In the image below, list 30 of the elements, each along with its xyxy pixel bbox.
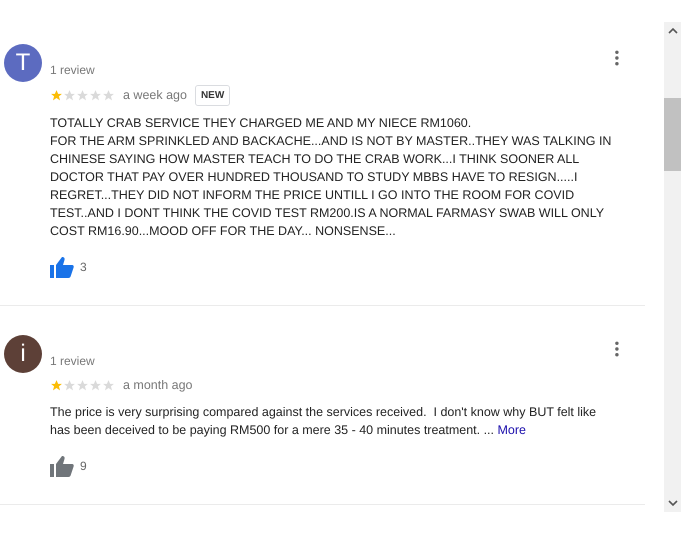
scrollbar-thumb[interactable] [664,98,681,171]
avatar[interactable]: i [4,335,42,373]
star-icon [76,378,89,392]
star-icon [102,378,115,392]
scroll-up-icon[interactable] [668,27,678,34]
review-count: 1 review [50,62,96,79]
avatar[interactable]: T [4,44,42,82]
star-icon [63,89,76,102]
star-icon [89,89,102,102]
review-text: The price is very surprising compared against the services received. I don't know why BUT felt like has been deceived to be paying RM500 for a mere 35 - 40 minutes treatment. ... More [50,404,598,439]
review-text: TOTALLY CRAB SERVICE THEY CHARGED ME AND MY NIECE RM1060. FOR THE ARM SPRINKLED AND BACKACHE...AND IS NOT BY MASTER..THEY WAS TALKING IN CHINESE SAYING HOW MASTER TEACH TO DO THE CRAB WORK...I THINK SOONER ALL DOCTOR THAT PAY OVER HUNDRED THOUSAND TO STUDY MBBS HAVE TO RESIGN.....I REGRET...THEY DID NOT INFORM THE PRICE UNTILL I GO INTO THE ROOM FOR COVID TEST..AND I DONT THINK THE COVID TEST RM200.IS A NORMAL FARMASY SWAB WILL ONLY COST RM16.90...MOOD OFF FOR THE DAY... NONSENSE... [50,115,612,240]
more-link[interactable]: More [498,422,526,437]
review-time: a month ago [123,377,192,394]
like-count: 9 [80,458,87,475]
thumbs-up-icon[interactable] [50,454,74,477]
more-options-icon[interactable] [615,50,619,66]
star-icon [63,378,76,392]
star-icon [50,378,63,392]
star-icon [76,89,89,102]
star-icon [89,378,102,392]
star-icon [50,89,63,102]
thumbs-up-icon[interactable] [50,256,74,278]
scroll-down-icon[interactable] [668,500,678,507]
review-count: 1 review [50,353,96,370]
scrollbar[interactable] [664,22,681,512]
new-badge: NEW [194,85,230,106]
more-options-icon[interactable] [615,341,619,357]
review-time: a week ago [123,87,187,104]
star-icon [102,89,115,102]
like-count: 3 [80,259,87,276]
